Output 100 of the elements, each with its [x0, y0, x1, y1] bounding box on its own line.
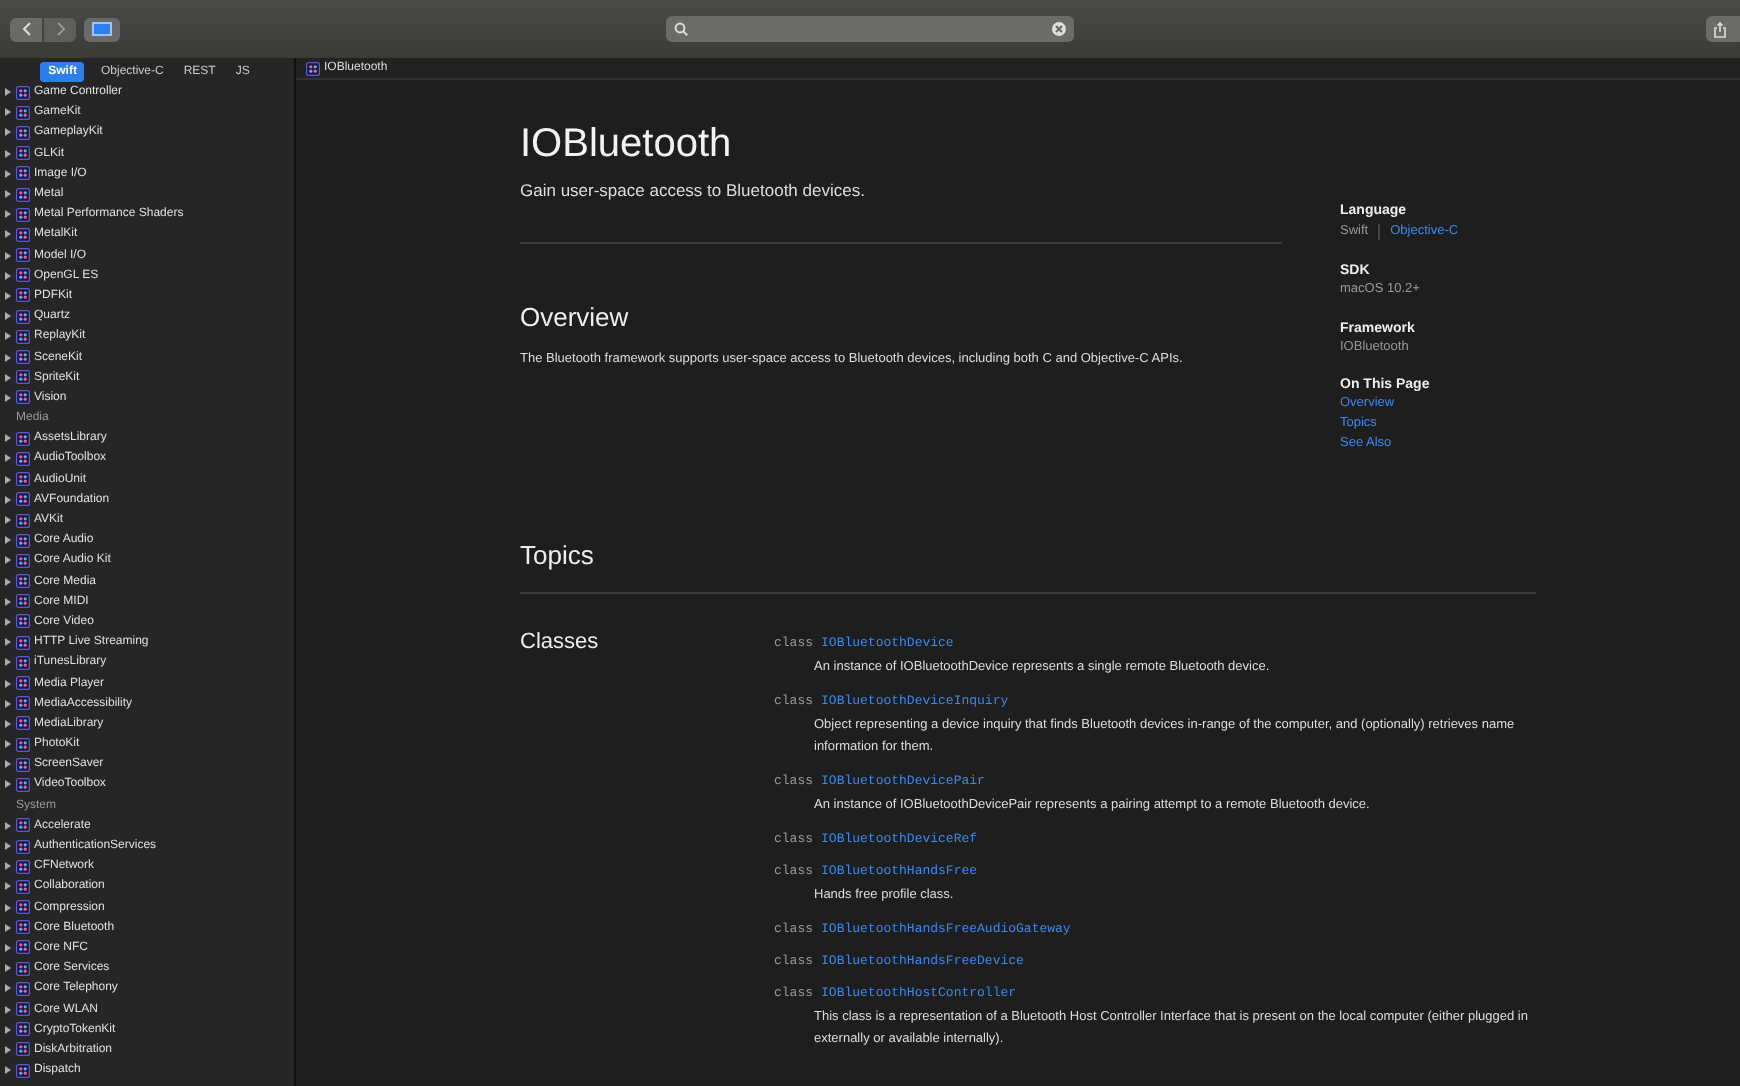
back-button[interactable]: [10, 17, 42, 41]
disclosure-triangle-icon[interactable]: [4, 536, 12, 545]
disclosure-triangle-icon[interactable]: [4, 617, 12, 626]
disclosure-triangle-icon[interactable]: [4, 638, 12, 647]
disclosure-triangle-icon[interactable]: [4, 699, 12, 708]
framework-icon: [16, 737, 30, 752]
disclosure-triangle-icon[interactable]: [4, 1045, 12, 1054]
framework-icon: [16, 920, 30, 935]
disclosure-triangle-icon[interactable]: [4, 128, 12, 137]
section-heading: Topics: [520, 540, 596, 572]
disclosure-triangle-icon[interactable]: [4, 882, 12, 891]
disclosure-triangle-icon[interactable]: [4, 149, 12, 158]
group-heading: Classes: [520, 628, 601, 658]
disclosure-triangle-icon[interactable]: [4, 332, 12, 341]
framework-icon: [16, 248, 30, 263]
disclosure-triangle-icon[interactable]: [4, 454, 12, 463]
disclosure-triangle-icon[interactable]: [4, 495, 12, 504]
framework-icon: [16, 940, 30, 955]
framework-icon: [16, 227, 30, 242]
framework-icon: [16, 1022, 30, 1037]
framework-icon: [16, 859, 30, 874]
framework-icon: [16, 961, 30, 976]
disclosure-triangle-icon[interactable]: [4, 984, 12, 993]
disclosure-triangle-icon[interactable]: [4, 556, 12, 565]
framework-icon: [16, 288, 30, 303]
disclosure-triangle-icon[interactable]: [4, 1066, 12, 1075]
search-field[interactable]: [666, 16, 1074, 42]
framework-icon: [16, 431, 30, 446]
disclosure-triangle-icon[interactable]: [4, 964, 12, 973]
disclosure-triangle-icon[interactable]: [4, 210, 12, 219]
disclosure-triangle-icon[interactable]: [4, 719, 12, 728]
share-icon: [1714, 21, 1726, 37]
framework-icon: [16, 85, 30, 100]
clear-icon[interactable]: [1052, 22, 1066, 36]
disclosure-triangle-icon[interactable]: [4, 903, 12, 912]
chevron-left-icon: [21, 22, 31, 36]
disclosure-triangle-icon[interactable]: [4, 923, 12, 932]
framework-icon: [16, 105, 30, 120]
disclosure-triangle-icon[interactable]: [4, 577, 12, 586]
framework-icon: [16, 187, 30, 202]
framework-icon: [16, 635, 30, 650]
disclosure-triangle-icon[interactable]: [4, 434, 12, 443]
framework-icon: [16, 614, 30, 629]
framework-icon: [16, 492, 30, 507]
framework-icon: [16, 696, 30, 711]
framework-icon: [16, 309, 30, 324]
disclosure-triangle-icon[interactable]: [4, 108, 12, 117]
framework-icon: [16, 900, 30, 915]
framework-icon: [16, 1002, 30, 1017]
sidebar-toggle-button[interactable]: [84, 17, 120, 41]
disclosure-triangle-icon[interactable]: [4, 291, 12, 300]
disclosure-triangle-icon[interactable]: [4, 475, 12, 484]
framework-icon: [16, 777, 30, 792]
disclosure-triangle-icon[interactable]: [4, 943, 12, 952]
framework-icon: [16, 350, 30, 365]
disclosure-triangle-icon[interactable]: [4, 353, 12, 362]
framework-icon: [16, 533, 30, 548]
framework-icon: [16, 655, 30, 670]
disclosure-triangle-icon[interactable]: [4, 88, 12, 97]
framework-icon: [16, 451, 30, 466]
disclosure-triangle-icon[interactable]: [4, 780, 12, 789]
framework-icon: [16, 676, 30, 691]
framework-icon: [16, 329, 30, 344]
disclosure-triangle-icon[interactable]: [4, 373, 12, 382]
disclosure-triangle-icon[interactable]: [4, 679, 12, 688]
disclosure-triangle-icon[interactable]: [4, 312, 12, 321]
disclosure-triangle-icon[interactable]: [4, 658, 12, 667]
disclosure-triangle-icon[interactable]: [4, 169, 12, 178]
share-button[interactable]: [1706, 16, 1740, 42]
chevron-right-icon: [55, 22, 65, 36]
framework-icon: [16, 207, 30, 222]
framework-icon: [16, 166, 30, 181]
disclosure-triangle-icon[interactable]: [4, 271, 12, 280]
disclosure-triangle-icon[interactable]: [4, 760, 12, 769]
framework-icon: [16, 553, 30, 568]
disclosure-triangle-icon[interactable]: [4, 230, 12, 239]
framework-icon: [16, 818, 30, 833]
disclosure-triangle-icon[interactable]: [4, 597, 12, 606]
framework-icon: [16, 1063, 30, 1078]
disclosure-triangle-icon[interactable]: [4, 251, 12, 260]
framework-icon: [16, 574, 30, 589]
disclosure-triangle-icon[interactable]: [4, 821, 12, 830]
disclosure-triangle-icon[interactable]: [4, 516, 12, 525]
framework-icon: [16, 513, 30, 528]
disclosure-triangle-icon[interactable]: [4, 1025, 12, 1034]
disclosure-triangle-icon[interactable]: [4, 862, 12, 871]
disclosure-triangle-icon[interactable]: [4, 740, 12, 749]
framework-icon: [16, 125, 30, 140]
disclosure-triangle-icon[interactable]: [4, 1005, 12, 1014]
disclosure-triangle-icon[interactable]: [4, 190, 12, 199]
framework-icon: [16, 1042, 30, 1057]
framework-icon: [16, 472, 30, 487]
framework-icon: [16, 757, 30, 772]
disclosure-triangle-icon[interactable]: [4, 393, 12, 402]
framework-icon: [16, 716, 30, 731]
disclosure-triangle-icon[interactable]: [4, 842, 12, 851]
framework-icon: [16, 146, 30, 161]
page-title: IOBluetooth: [520, 120, 734, 170]
forward-button[interactable]: [44, 17, 76, 41]
framework-icon: [306, 61, 320, 75]
